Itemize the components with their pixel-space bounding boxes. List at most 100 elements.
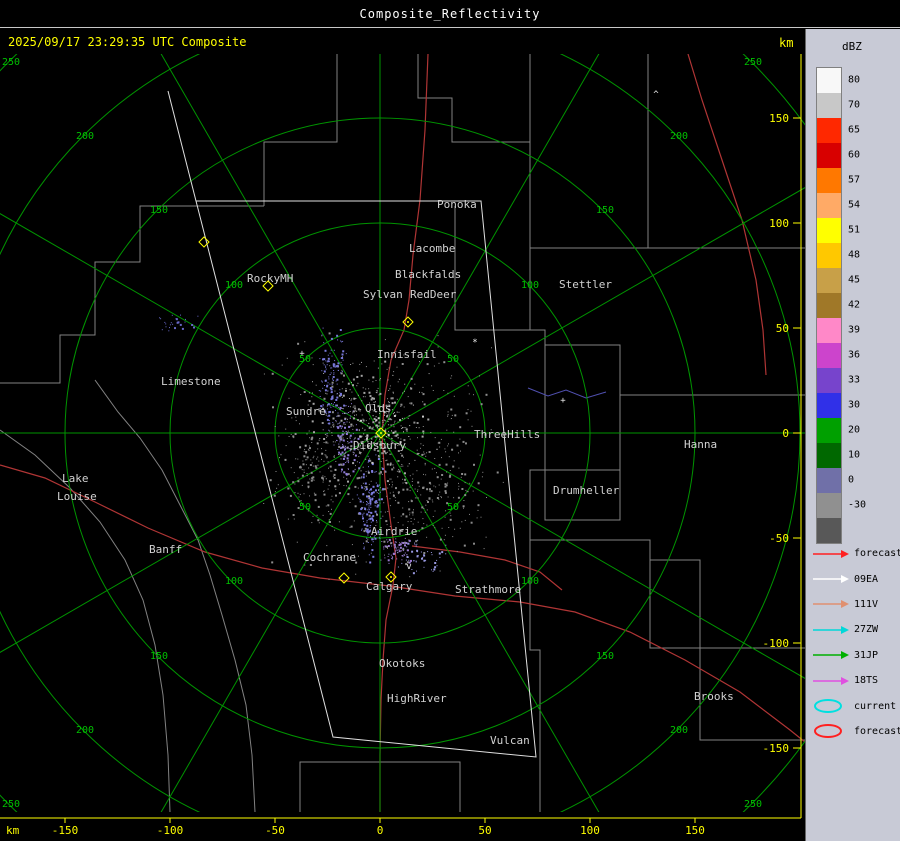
echo-dot (322, 453, 323, 454)
county-line (455, 206, 530, 330)
echo-dot (391, 546, 392, 547)
echo-dot (336, 440, 337, 441)
echo-dot (408, 560, 409, 561)
echo-dot (417, 453, 419, 455)
echo-dot (383, 458, 384, 459)
echo-dot (403, 483, 404, 484)
echo-dot (333, 441, 334, 442)
echo-dot (432, 500, 433, 501)
echo-dot (425, 456, 426, 457)
echo-dot (312, 381, 313, 382)
echo-dot (450, 378, 451, 379)
dbz-label-65: 65 (848, 124, 860, 135)
city-label-blackfalds: Blackfalds (395, 268, 461, 281)
echo-dot (388, 424, 389, 425)
echo-dot (344, 413, 345, 414)
echo-dot (454, 460, 455, 461)
echo-dot (401, 428, 402, 429)
dbz-label-48: 48 (848, 249, 860, 260)
echo-dot (386, 496, 387, 497)
echo-dot (413, 509, 414, 510)
county-line (0, 430, 170, 812)
echo-dot (429, 491, 430, 492)
echo-dot (359, 512, 361, 514)
echo-dot (347, 457, 349, 459)
echo-dot (451, 449, 453, 451)
echo-dot (360, 436, 362, 438)
echo-dot (344, 422, 345, 423)
echo-dot (305, 451, 307, 453)
echo-dot (415, 544, 416, 545)
echo-dot (338, 370, 339, 371)
echo-dot (368, 460, 370, 462)
highway-line (390, 586, 805, 742)
echo-dot (413, 405, 414, 406)
city-label-highriver: HighRiver (387, 692, 447, 705)
echo-dot (352, 412, 353, 413)
echo-dot (404, 384, 405, 385)
echo-dot (421, 552, 422, 553)
echo-dot (371, 518, 373, 520)
echo-dot (438, 398, 439, 399)
echo-dot (287, 358, 288, 359)
echo-dot (413, 422, 415, 424)
echo-dot (365, 396, 366, 397)
track-arrow-icon (812, 546, 850, 562)
echo-dot (484, 548, 485, 549)
echo-dot (370, 499, 372, 501)
echo-dot (441, 474, 443, 476)
echo-dot (486, 394, 488, 396)
echo-dot (327, 443, 328, 444)
echo-dot (366, 562, 367, 563)
echo-dot (357, 461, 358, 462)
arrow-head (841, 677, 849, 685)
echo-dot (358, 467, 360, 469)
echo-dot (310, 464, 312, 466)
echo-dot (385, 471, 386, 472)
echo-dot (180, 324, 182, 326)
echo-dot (319, 438, 320, 439)
echo-dot (399, 550, 401, 552)
echo-dot (343, 471, 345, 473)
echo-dot (395, 435, 397, 437)
legend-item-27ZW: 27ZW (812, 617, 900, 642)
echo-dot (361, 476, 362, 477)
echo-dot (397, 550, 398, 551)
echo-dot (348, 443, 349, 444)
echo-dot (332, 384, 333, 385)
echo-dot (338, 464, 340, 466)
echo-dot (336, 421, 337, 422)
echo-dot (418, 522, 419, 523)
echo-dot (303, 463, 305, 465)
dbz-swatch-30 (817, 393, 841, 418)
echo-dot (385, 460, 386, 461)
echo-dot (424, 404, 425, 405)
echo-dot (402, 466, 403, 467)
echo-dot (421, 527, 423, 529)
echo-dot (467, 491, 468, 492)
echo-dot (407, 431, 408, 432)
echo-dot (321, 370, 322, 371)
echo-dot (391, 468, 393, 470)
echo-dot (423, 552, 425, 554)
echo-dot (369, 505, 370, 506)
bottom-tick-label: -100 (157, 824, 184, 837)
echo-dot (333, 404, 334, 405)
echo-dot (389, 563, 390, 564)
echo-dot (385, 420, 386, 421)
echo-dot (393, 495, 395, 497)
echo-dot (379, 393, 381, 395)
echo-dot (312, 476, 314, 478)
ring-label-250: 250 (744, 799, 762, 810)
echo-dot (404, 391, 405, 392)
echo-dot (300, 494, 301, 495)
echo-dot (419, 486, 420, 487)
echo-dot (450, 409, 452, 411)
echo-dot (448, 497, 449, 498)
echo-dot (468, 419, 469, 420)
echo-dot (326, 435, 327, 436)
echo-dot (276, 471, 277, 472)
legend-item-09EA: 09EA (812, 566, 900, 591)
echo-dot (361, 485, 362, 486)
echo-dot (375, 511, 377, 513)
